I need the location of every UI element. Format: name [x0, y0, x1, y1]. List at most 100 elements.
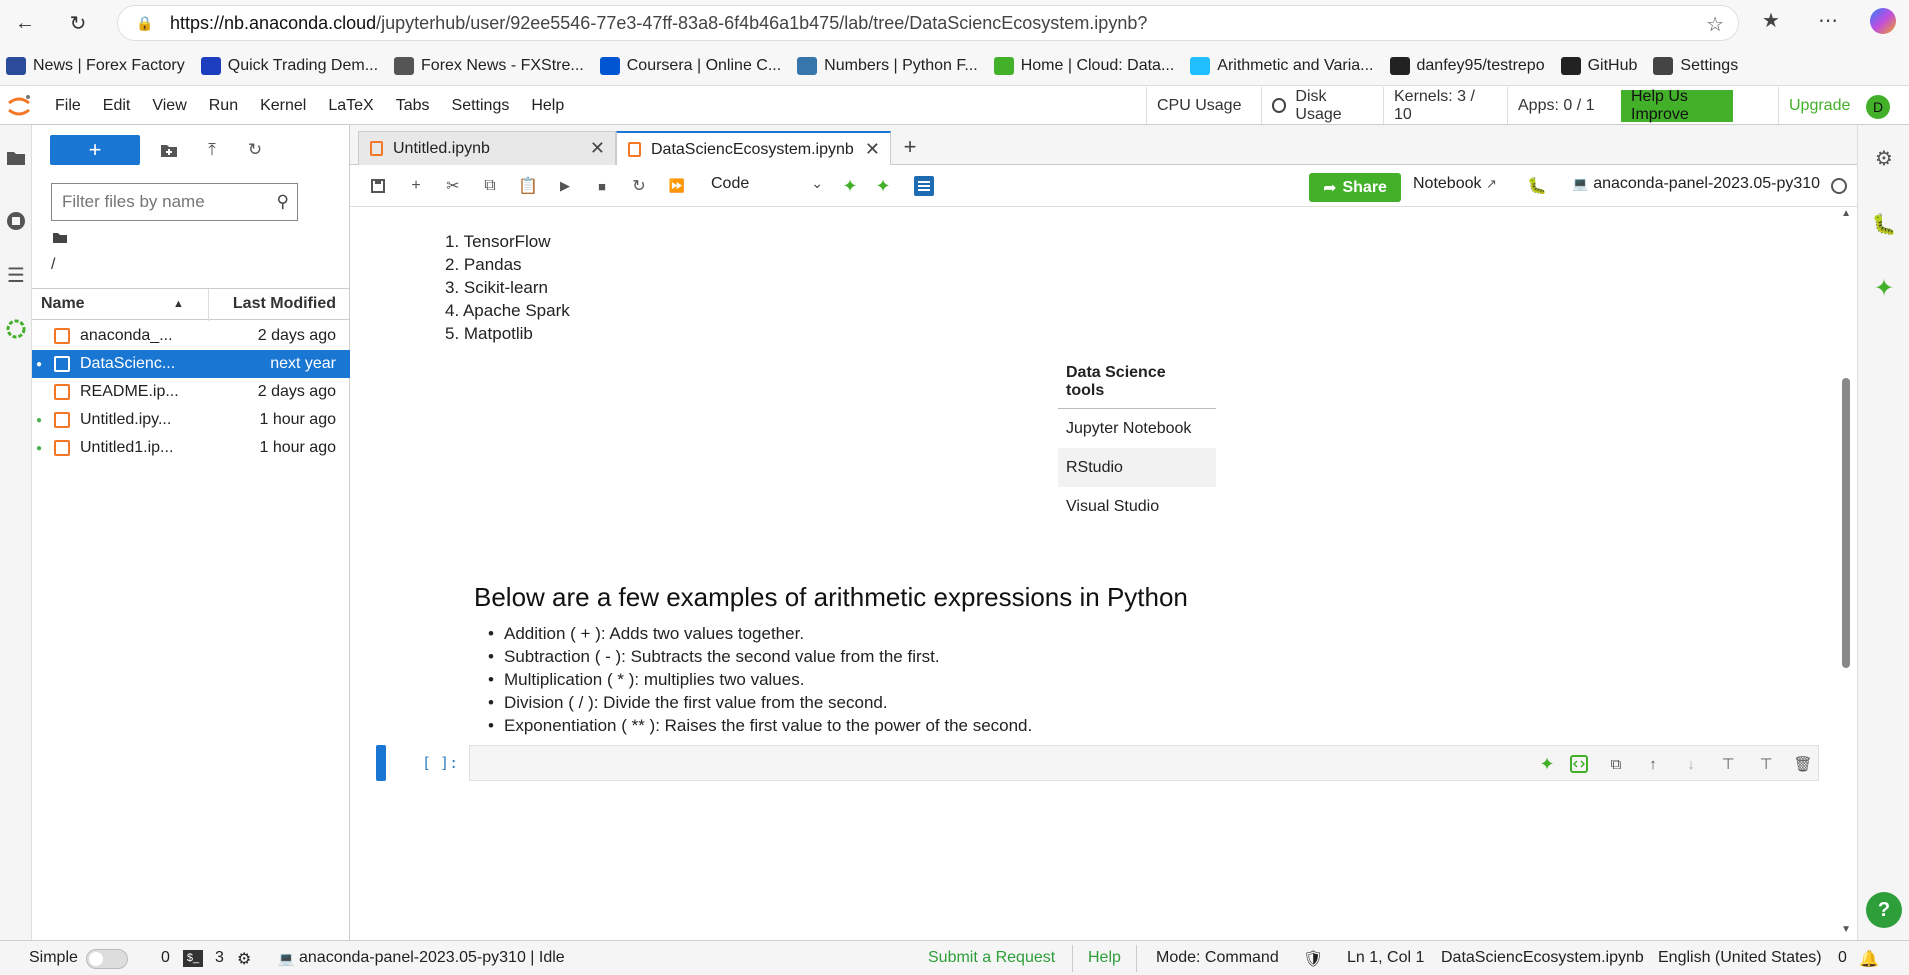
- file-row[interactable]: ● Untitled.ipy... 1 hour ago: [32, 406, 350, 434]
- simple-mode-toggle[interactable]: [86, 949, 128, 969]
- bookmark-item[interactable]: Forex News - FXStre...: [394, 56, 584, 75]
- menu-settings[interactable]: Settings: [452, 97, 510, 115]
- menu-file[interactable]: File: [55, 97, 81, 115]
- bookmark-item[interactable]: GitHub: [1560, 56, 1637, 75]
- menu-edit[interactable]: Edit: [103, 97, 131, 115]
- delete-cell-icon[interactable]: 🗑: [1792, 753, 1814, 775]
- lock-icon[interactable]: 🔒: [136, 15, 156, 32]
- copy-icon[interactable]: ⧉: [479, 175, 501, 197]
- apps-count[interactable]: Apps: 0 / 1: [1507, 87, 1619, 124]
- new-launcher-button[interactable]: +: [50, 135, 140, 165]
- run-all-icon[interactable]: ⏩: [666, 175, 688, 197]
- address-bar[interactable]: 🔒 https://nb.anaconda.cloud/jupyterhub/u…: [117, 5, 1739, 41]
- bookmark-item[interactable]: Arithmetic and Varia...: [1190, 56, 1374, 75]
- cut-icon[interactable]: ✂: [442, 175, 464, 197]
- disk-usage[interactable]: Disk Usage: [1261, 87, 1383, 124]
- bell-icon[interactable]: 🔔: [1859, 949, 1879, 969]
- restart-icon[interactable]: ↻: [628, 175, 650, 197]
- anaconda-assistant-icon[interactable]: [4, 317, 28, 341]
- scroll-down-icon[interactable]: ▼: [1841, 924, 1851, 935]
- bookmark-item[interactable]: Numbers | Python F...: [797, 56, 978, 75]
- breadcrumb[interactable]: /: [51, 256, 55, 274]
- tab-untitled[interactable]: Untitled.ipynb ✕: [358, 131, 616, 165]
- kernel-status-text[interactable]: anaconda-panel-2023.05-py310 | Idle: [299, 949, 565, 967]
- insert-below-icon[interactable]: ⊤: [1755, 753, 1777, 775]
- bookmark-item[interactable]: danfey95/testrepo: [1389, 56, 1545, 75]
- column-name[interactable]: Name: [41, 295, 85, 313]
- kernel-count[interactable]: 3: [215, 949, 224, 967]
- code-icon[interactable]: [1568, 753, 1590, 775]
- code-cell-input[interactable]: ✦ ⧉ ↑ ↓ ⊤ ⊤ 🗑: [469, 745, 1819, 781]
- sort-asc-icon[interactable]: ▲: [173, 298, 184, 310]
- cursor-position[interactable]: Ln 1, Col 1: [1347, 949, 1424, 967]
- paste-icon[interactable]: 📋: [517, 175, 539, 197]
- copilot-icon[interactable]: [1870, 8, 1896, 34]
- insert-above-icon[interactable]: ⊤: [1717, 753, 1739, 775]
- notebook-scrollbar[interactable]: ▲ ▼: [1840, 208, 1852, 935]
- scroll-thumb[interactable]: [1842, 378, 1850, 668]
- open-notebook-link[interactable]: Notebook ↗: [1413, 175, 1497, 193]
- help-improve-button[interactable]: Help Us Improve: [1621, 88, 1733, 123]
- run-icon[interactable]: ▶: [554, 175, 576, 197]
- bookmark-item[interactable]: Coursera | Online C...: [599, 56, 781, 75]
- bookmark-item[interactable]: News | Forex Factory: [6, 56, 185, 75]
- debugger-icon[interactable]: 🐛: [1871, 211, 1897, 237]
- table-of-contents-icon[interactable]: ☰: [4, 263, 28, 287]
- file-filter-input[interactable]: ⚲: [51, 183, 298, 221]
- close-tab-icon[interactable]: ✕: [865, 139, 880, 160]
- folder-icon[interactable]: [4, 145, 28, 169]
- cell-type-select[interactable]: Code ⌄: [711, 175, 823, 197]
- rocket-icon[interactable]: ✦: [872, 175, 894, 197]
- column-last-modified[interactable]: Last Modified: [233, 295, 336, 313]
- stop-icon[interactable]: ■: [591, 175, 613, 197]
- terminal-icon[interactable]: $_: [183, 950, 203, 967]
- terminal-count[interactable]: 0: [161, 949, 170, 967]
- insert-cell-icon[interactable]: +: [405, 175, 427, 197]
- cpu-usage[interactable]: CPU Usage: [1146, 87, 1261, 124]
- submit-request-link[interactable]: Submit a Request: [928, 949, 1055, 967]
- assistant-sparkle-icon[interactable]: ✦: [839, 175, 861, 197]
- file-row[interactable]: ● Untitled1.ip... 1 hour ago: [32, 434, 350, 462]
- file-row[interactable]: anaconda_... 2 days ago: [32, 322, 350, 350]
- upgrade-link[interactable]: Upgrade: [1778, 87, 1858, 124]
- notification-count[interactable]: 0: [1838, 949, 1847, 967]
- save-icon[interactable]: [367, 175, 389, 197]
- file-row[interactable]: README.ip... 2 days ago: [32, 378, 350, 406]
- property-inspector-icon[interactable]: ⚙: [1871, 145, 1897, 171]
- menu-help[interactable]: Help: [531, 97, 564, 115]
- running-kernels-icon[interactable]: [4, 209, 28, 233]
- bookmark-item[interactable]: Home | Cloud: Data...: [993, 56, 1174, 75]
- more-options-icon[interactable]: ⋯: [1818, 8, 1838, 33]
- bookmark-item[interactable]: Quick Trading Dem...: [200, 56, 378, 75]
- assistant-sparkle-icon[interactable]: ✦: [1536, 753, 1558, 775]
- back-icon[interactable]: ←: [10, 8, 40, 38]
- move-up-icon[interactable]: ↑: [1642, 753, 1664, 775]
- home-folder-icon[interactable]: [53, 230, 67, 246]
- assistant-sparkle-icon[interactable]: ✦: [1871, 275, 1897, 302]
- avatar[interactable]: D: [1866, 95, 1890, 119]
- mode-indicator[interactable]: Mode: Command: [1156, 949, 1279, 967]
- refresh-files-icon[interactable]: ↻: [242, 137, 268, 163]
- shield-icon[interactable]: 🛡: [1303, 949, 1323, 969]
- share-button[interactable]: ➦ Share: [1309, 173, 1401, 202]
- language-indicator[interactable]: English (United States): [1658, 949, 1822, 967]
- favorite-star-icon[interactable]: ☆: [1706, 12, 1724, 37]
- scroll-up-icon[interactable]: ▲: [1841, 208, 1851, 219]
- kernels-count[interactable]: Kernels: 3 / 10: [1383, 87, 1507, 124]
- debugger-icon[interactable]: 🐛: [1526, 175, 1548, 197]
- menu-view[interactable]: View: [152, 97, 186, 115]
- panel-icon[interactable]: [913, 175, 935, 197]
- upload-icon[interactable]: ⤒: [199, 137, 225, 163]
- add-tab-icon[interactable]: +: [896, 133, 924, 161]
- file-row[interactable]: ● DataScienc... next year: [32, 350, 350, 378]
- help-question-icon[interactable]: ?: [1866, 892, 1902, 928]
- menu-tabs[interactable]: Tabs: [396, 97, 430, 115]
- menu-latex[interactable]: LaTeX: [328, 97, 373, 115]
- url-text[interactable]: https://nb.anaconda.cloud/jupyterhub/use…: [170, 13, 1147, 34]
- tab-datasciencecosystem[interactable]: DataSciencEcosystem.ipynb ✕: [616, 131, 891, 166]
- help-link[interactable]: Help: [1088, 949, 1121, 967]
- kernel-settings-icon[interactable]: ⚙: [237, 949, 251, 969]
- move-down-icon[interactable]: ↓: [1680, 753, 1702, 775]
- close-tab-icon[interactable]: ✕: [590, 138, 605, 159]
- duplicate-cell-icon[interactable]: ⧉: [1605, 753, 1627, 775]
